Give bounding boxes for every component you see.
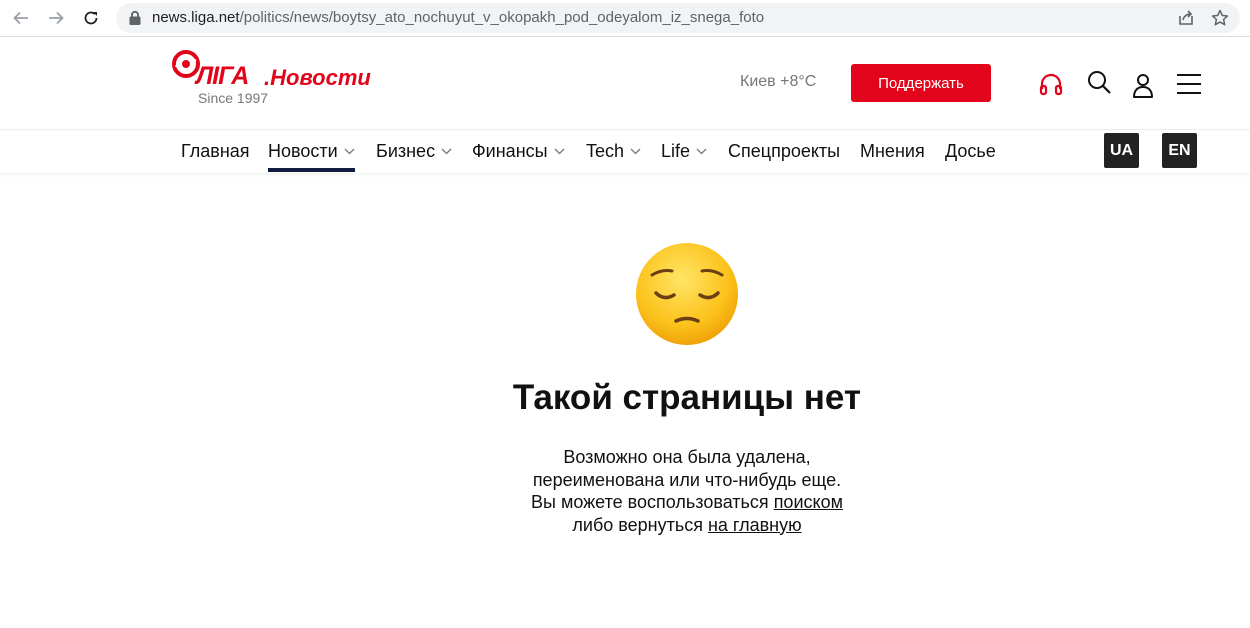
reload-icon[interactable] xyxy=(79,6,103,30)
support-button[interactable]: Поддержать xyxy=(851,64,991,102)
menu-item-home[interactable]: Главная xyxy=(181,141,250,162)
pensive-face-icon xyxy=(636,243,738,345)
forward-icon[interactable] xyxy=(44,6,68,30)
hamburger-menu-icon[interactable] xyxy=(1176,71,1202,97)
browser-toolbar: news.liga.net/politics/news/boytsy_ato_n… xyxy=(0,0,1250,37)
error-line-3: Вы можете воспользоваться поиском xyxy=(531,492,843,512)
main-menu: Главная Новости Бизнес Финансы Tech Life… xyxy=(0,131,1250,173)
chevron-down-icon xyxy=(441,148,452,155)
menu-item-tech[interactable]: Tech xyxy=(586,141,641,162)
share-icon[interactable] xyxy=(1176,8,1196,28)
search-icon[interactable] xyxy=(1086,69,1112,95)
logo-brand: ЛIГА xyxy=(196,62,249,90)
menu-item-opinions[interactable]: Мнения xyxy=(860,141,925,162)
language-ua-button[interactable]: UA xyxy=(1104,133,1139,168)
site-logo[interactable]: ЛIГА .Новости Since 1997 xyxy=(172,50,372,110)
chevron-down-icon xyxy=(344,148,355,155)
chevron-down-icon xyxy=(554,148,565,155)
chevron-down-icon xyxy=(696,148,707,155)
language-en-button[interactable]: EN xyxy=(1162,133,1197,168)
back-icon[interactable] xyxy=(9,6,33,30)
error-line-4: либо вернуться на главную xyxy=(572,514,802,535)
menu-item-life[interactable]: Life xyxy=(661,141,707,162)
menu-item-finance[interactable]: Финансы xyxy=(472,141,565,162)
weather-widget[interactable]: Киев +8°C xyxy=(740,73,816,91)
error-line-1: Возможно она была удалена, xyxy=(563,447,811,467)
error-title: Такой страницы нет xyxy=(512,378,862,417)
search-link[interactable]: поиском xyxy=(774,492,843,512)
logo-section: .Новости xyxy=(264,65,371,90)
url-text: news.liga.net/politics/news/boytsy_ato_n… xyxy=(152,9,765,26)
lock-icon xyxy=(129,10,141,25)
menu-item-special-projects[interactable]: Спецпроекты xyxy=(728,141,840,162)
star-icon[interactable] xyxy=(1210,8,1230,28)
error-line-2: переименована или что-нибудь еще. xyxy=(532,469,842,490)
error-message: Возможно она была удалена, переименована… xyxy=(0,446,1250,536)
logo-since: Since 1997 xyxy=(198,90,269,106)
menu-item-business[interactable]: Бизнес xyxy=(376,141,452,162)
headphones-icon[interactable] xyxy=(1038,71,1064,97)
site-header: ЛIГА .Новости Since 1997 Киев +8°C Подде… xyxy=(0,38,1250,130)
menu-item-dossier[interactable]: Досье xyxy=(945,141,996,162)
menu-item-news[interactable]: Новости xyxy=(268,141,355,172)
address-bar[interactable]: news.liga.net/politics/news/boytsy_ato_n… xyxy=(116,3,1240,33)
chevron-down-icon xyxy=(630,148,641,155)
home-link[interactable]: на главную xyxy=(708,515,802,535)
user-icon[interactable] xyxy=(1130,72,1156,98)
